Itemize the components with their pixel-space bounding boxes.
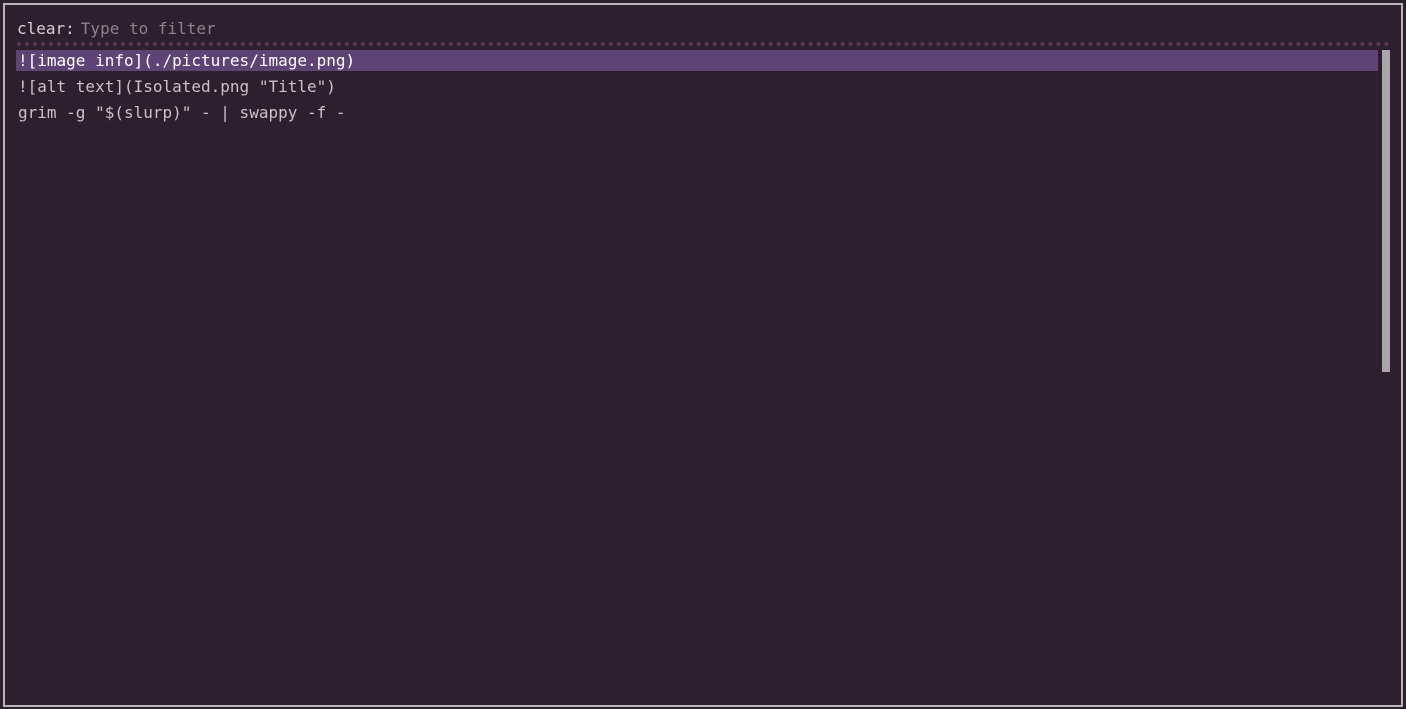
history-list: ![image info](./pictures/image.png) ![al… bbox=[16, 50, 1378, 128]
filter-prompt: clear: bbox=[17, 17, 1281, 39]
clipboard-picker-popup: clear: ![image info](./pictures/image.pn… bbox=[3, 3, 1403, 707]
list-item[interactable]: grim -g "$(slurp)" - | swappy -f - bbox=[16, 102, 1378, 123]
separator bbox=[17, 42, 1390, 46]
list-item[interactable]: ![alt text](Isolated.png "Title") bbox=[16, 76, 1378, 97]
scrollbar[interactable] bbox=[1382, 50, 1390, 372]
prompt-label: clear: bbox=[17, 18, 75, 38]
list-item-selected[interactable]: ![image info](./pictures/image.png) bbox=[16, 50, 1378, 71]
filter-input[interactable] bbox=[80, 18, 1281, 38]
